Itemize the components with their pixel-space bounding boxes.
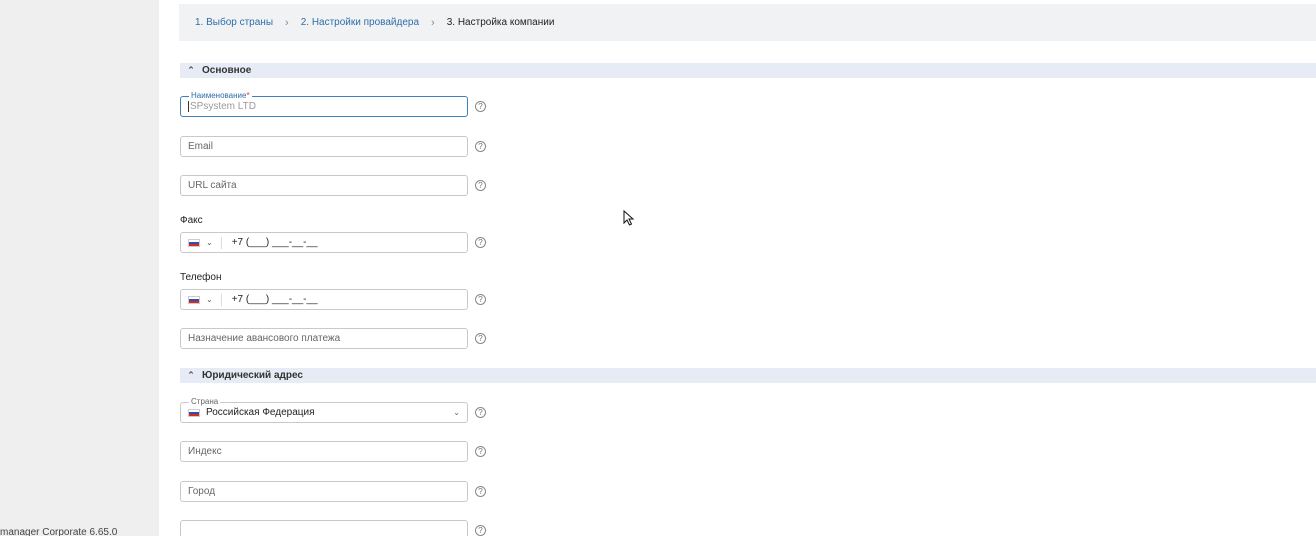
- advance-payment-placeholder: Назначение авансового платежа: [188, 333, 341, 344]
- country-value: Российская Федерация: [206, 407, 315, 418]
- help-icon[interactable]: ?: [475, 101, 486, 112]
- site-url-placeholder: URL сайта: [188, 180, 237, 191]
- fax-label: Факс: [180, 215, 203, 226]
- version-label: manager Corporate 6.65.0: [0, 527, 118, 536]
- ru-flag-icon[interactable]: [188, 295, 200, 304]
- chevron-down-icon[interactable]: ⌄: [206, 238, 213, 247]
- chevron-up-icon: ⌃: [187, 370, 195, 380]
- name-label: Наименование*: [189, 91, 252, 101]
- help-icon[interactable]: ?: [475, 333, 486, 344]
- breadcrumb-step-provider[interactable]: 2. Настройки провайдера: [301, 17, 419, 28]
- breadcrumb-step-company: 3. Настройка компании: [446, 17, 555, 28]
- text-caret: [188, 101, 189, 112]
- section-legal-address-title: Юридический адрес: [202, 370, 303, 381]
- postcode-placeholder: Индекс: [188, 446, 222, 457]
- chevron-down-icon[interactable]: ⌄: [206, 295, 213, 304]
- breadcrumb: 1. Выбор страны › 2. Настройки провайдер…: [179, 4, 1316, 41]
- ru-flag-icon: [188, 408, 200, 417]
- postcode-input[interactable]: Индекс: [180, 441, 468, 462]
- help-icon[interactable]: ?: [475, 407, 486, 418]
- chevron-right-icon: ›: [431, 16, 435, 29]
- fax-input[interactable]: ⌄ +7 (___) ___-__-__: [180, 232, 468, 253]
- chevron-down-icon[interactable]: ⌄: [453, 408, 460, 417]
- help-icon[interactable]: ?: [475, 486, 486, 497]
- help-icon[interactable]: ?: [475, 180, 486, 191]
- street-input[interactable]: [180, 520, 468, 536]
- phone-input[interactable]: ⌄ +7 (___) ___-__-__: [180, 289, 468, 310]
- site-url-input[interactable]: URL сайта: [180, 175, 468, 196]
- country-select[interactable]: Страна Российская Федерация ⌄: [180, 397, 468, 423]
- main-content: 1. Выбор страны › 2. Настройки провайдер…: [159, 0, 1316, 536]
- help-icon[interactable]: ?: [475, 294, 486, 305]
- divider: [220, 293, 222, 306]
- section-basic-title: Основное: [202, 65, 252, 76]
- mouse-cursor-icon: [623, 210, 635, 226]
- left-pane: manager Corporate 6.65.0: [0, 0, 159, 536]
- divider: [220, 236, 222, 249]
- help-icon[interactable]: ?: [475, 237, 486, 248]
- chevron-up-icon: ⌃: [187, 65, 195, 75]
- city-input[interactable]: Город: [180, 481, 468, 502]
- required-mark: *: [246, 91, 250, 100]
- section-basic-header[interactable]: ⌃ Основное: [180, 63, 1316, 78]
- email-input[interactable]: Email: [180, 136, 468, 157]
- phone-label: Телефон: [180, 272, 222, 283]
- section-legal-address-header[interactable]: ⌃ Юридический адрес: [180, 368, 1316, 383]
- ru-flag-icon[interactable]: [188, 238, 200, 247]
- name-input[interactable]: Наименование* SPsystem LTD: [180, 91, 468, 117]
- name-placeholder: SPsystem LTD: [190, 101, 256, 112]
- country-label: Страна: [189, 397, 221, 407]
- help-icon[interactable]: ?: [475, 446, 486, 457]
- advance-payment-input[interactable]: Назначение авансового платежа: [180, 328, 468, 349]
- breadcrumb-step-country[interactable]: 1. Выбор страны: [195, 17, 273, 28]
- help-icon[interactable]: ?: [475, 141, 486, 152]
- fax-value: +7 (___) ___-__-__: [231, 237, 318, 248]
- help-icon[interactable]: ?: [475, 525, 486, 536]
- city-placeholder: Город: [188, 486, 216, 497]
- email-placeholder: Email: [188, 141, 214, 152]
- phone-value: +7 (___) ___-__-__: [231, 294, 318, 305]
- chevron-right-icon: ›: [285, 16, 289, 29]
